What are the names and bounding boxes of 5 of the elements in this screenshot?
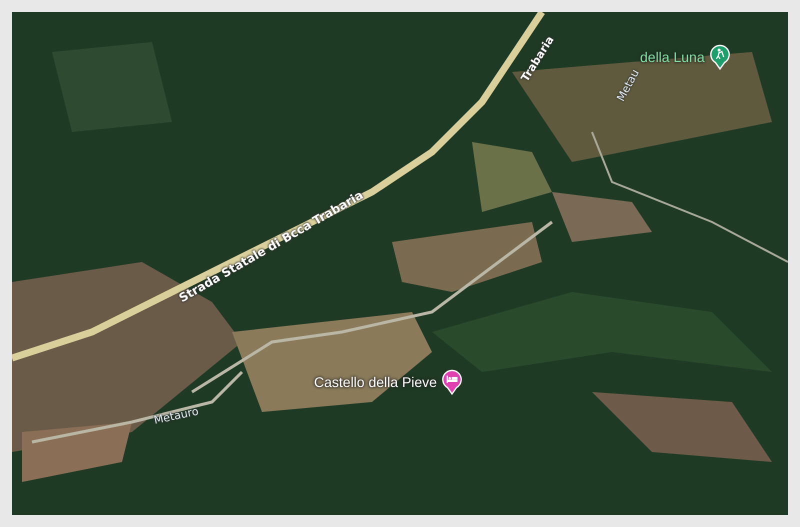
golfer-pin-icon[interactable] bbox=[708, 44, 731, 70]
place-label[interactable]: Castello della Pieve bbox=[314, 374, 437, 390]
place-label[interactable]: della Luna bbox=[640, 49, 705, 65]
bed-pin-icon[interactable] bbox=[440, 369, 463, 395]
river-label: Metauro bbox=[152, 404, 200, 427]
